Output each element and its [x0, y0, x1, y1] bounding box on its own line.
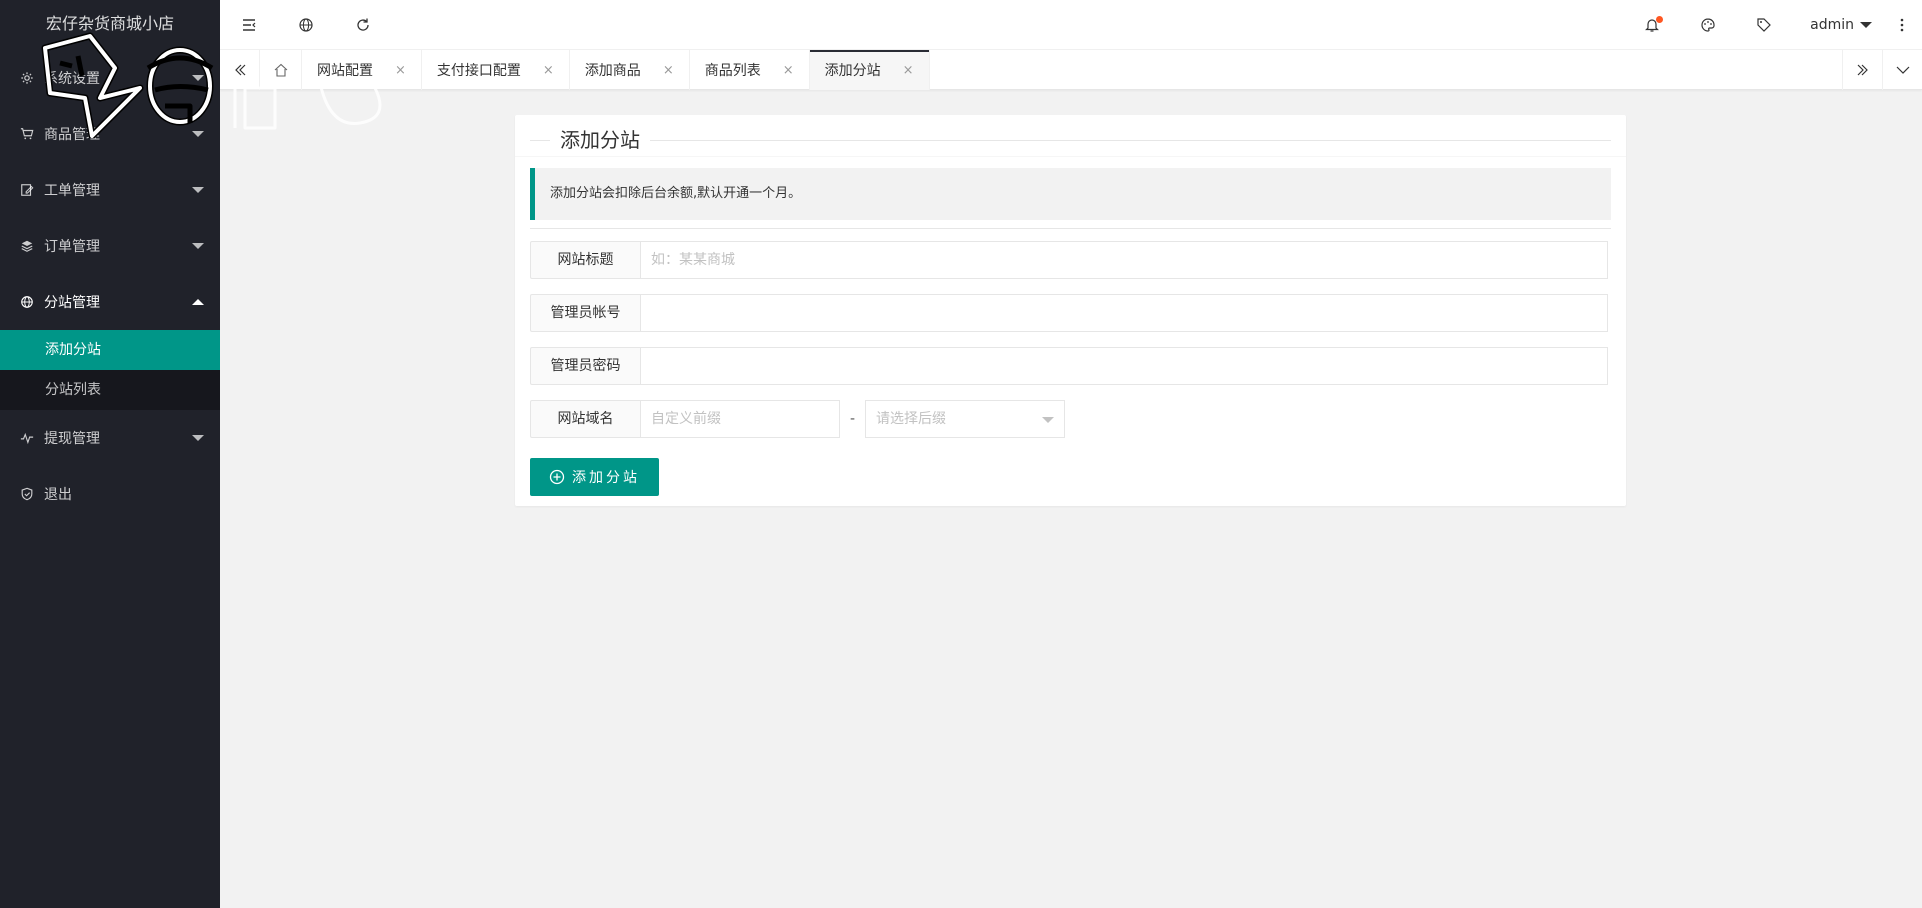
notification-button[interactable] [1624, 0, 1680, 50]
more-button[interactable] [1882, 0, 1922, 50]
add-substation-card: 添加分站 添加分站会扣除后台余额,默认开通一个月。 网站标题 管理员帐号 管理员… [515, 115, 1626, 506]
tag-button[interactable] [1736, 0, 1792, 50]
tab-add-product[interactable]: 添加商品 × [570, 50, 690, 90]
refresh-icon [356, 18, 369, 31]
divider [530, 228, 1611, 229]
user-menu[interactable]: admin [1792, 0, 1882, 50]
palette-icon [1701, 18, 1715, 32]
app-logo-title[interactable]: 宏仔杂货商城小店 [0, 0, 220, 50]
edit-icon [20, 183, 34, 197]
caret-down-icon [1860, 22, 1872, 28]
sidebar-item-tickets[interactable]: 工单管理 [0, 162, 220, 218]
admin-account-label: 管理员帐号 [530, 294, 640, 332]
tab-close-icon[interactable]: × [395, 63, 406, 78]
chevron-down-icon [192, 187, 204, 193]
sidebar-item-logout[interactable]: 退出 [0, 466, 220, 522]
page-tabs: 网站配置 × 支付接口配置 × 添加商品 × 商品列表 × 添加分站 × [220, 50, 1922, 90]
form-row-admin-password: 管理员密码 [530, 347, 1608, 385]
chevron-down-icon [1042, 417, 1054, 423]
tabs-menu-button[interactable] [1882, 50, 1922, 90]
admin-account-input[interactable] [640, 294, 1608, 332]
top-header: admin [220, 0, 1922, 50]
sidebar: 宏仔杂货商城小店 系统设置 商品管理 工单管理 订单管理 分站管理 添加分站 分… [0, 0, 220, 908]
chevron-up-icon [192, 299, 204, 305]
sidebar-item-label: 订单管理 [44, 239, 100, 255]
domain-separator: - [849, 411, 856, 427]
username: admin [1810, 17, 1854, 33]
select-placeholder: 请选择后缀 [876, 411, 946, 427]
notification-dot [1656, 16, 1664, 23]
sidebar-item-system-settings[interactable]: 系统设置 [0, 50, 220, 106]
sidebar-item-label: 提现管理 [44, 431, 100, 447]
form-row-domain: 网站域名 - 请选择后缀 [530, 400, 1065, 438]
plus-circle-icon [549, 469, 565, 485]
sidebar-item-substations[interactable]: 分站管理 [0, 274, 220, 330]
domain-prefix-input[interactable] [640, 400, 840, 438]
double-chevron-right-icon [1857, 64, 1868, 76]
tab-add-substation[interactable]: 添加分站 × [809, 50, 930, 90]
form-legend: 添加分站 [550, 125, 650, 155]
tag-icon [1757, 18, 1771, 32]
tab-payment-config[interactable]: 支付接口配置 × [422, 50, 570, 90]
chevron-down-icon [192, 131, 204, 137]
layers-icon [20, 239, 34, 253]
tab-label: 添加商品 [584, 63, 641, 79]
tab-site-config[interactable]: 网站配置 × [302, 50, 422, 90]
chevron-down-icon [192, 435, 204, 441]
website-home-button[interactable] [277, 0, 334, 50]
double-chevron-left-icon [234, 64, 245, 76]
chevron-down-icon [192, 243, 204, 249]
pulse-icon [20, 431, 34, 445]
cart-icon [20, 127, 34, 141]
sidebar-item-withdrawals[interactable]: 提现管理 [0, 410, 220, 466]
form-row-site-title: 网站标题 [530, 241, 1608, 279]
tab-product-list[interactable]: 商品列表 × [690, 50, 810, 90]
sidebar-item-label: 系统设置 [44, 71, 100, 87]
sidebar-item-products[interactable]: 商品管理 [0, 106, 220, 162]
sidebar-subitem-add-substation[interactable]: 添加分站 [0, 330, 220, 370]
add-substation-button[interactable]: 添加分站 [530, 458, 659, 496]
sidebar-item-orders[interactable]: 订单管理 [0, 218, 220, 274]
sidebar-item-label: 分站管理 [44, 295, 100, 311]
chevron-down-icon [1896, 66, 1909, 74]
tab-home[interactable] [260, 50, 302, 90]
substation-submenu: 添加分站 分站列表 [0, 330, 220, 410]
menu-fold-icon [242, 19, 255, 31]
form-legend-row: 添加分站 [530, 125, 1611, 155]
tab-label: 添加分站 [824, 63, 881, 79]
admin-password-label: 管理员密码 [530, 347, 640, 385]
sidebar-toggle-button[interactable] [220, 0, 277, 50]
form-row-admin-account: 管理员帐号 [530, 294, 1608, 332]
tab-close-icon[interactable]: × [783, 63, 794, 78]
tab-label: 支付接口配置 [436, 63, 521, 79]
domain-suffix-select[interactable]: 请选择后缀 [865, 400, 1065, 438]
tab-close-icon[interactable]: × [903, 63, 914, 78]
sidebar-item-label: 商品管理 [44, 127, 100, 143]
tab-close-icon[interactable]: × [543, 63, 554, 78]
home-icon [274, 63, 287, 77]
tab-close-icon[interactable]: × [663, 63, 674, 78]
shield-icon [20, 487, 34, 501]
sidebar-item-label: 工单管理 [44, 183, 100, 199]
refresh-button[interactable] [334, 0, 391, 50]
tabs-scroll-left-button[interactable] [220, 50, 260, 90]
site-title-input[interactable] [640, 241, 1608, 279]
tabs-scroll-right-button[interactable] [1842, 50, 1882, 90]
sidebar-item-label: 退出 [44, 487, 72, 503]
divider [515, 156, 1626, 157]
more-vertical-icon [1900, 18, 1904, 32]
theme-button[interactable] [1680, 0, 1736, 50]
site-title-label: 网站标题 [530, 241, 640, 279]
domain-label: 网站域名 [530, 400, 640, 438]
notice-quote: 添加分站会扣除后台余额,默认开通一个月。 [530, 168, 1611, 220]
globe-icon [298, 18, 313, 32]
chevron-down-icon [192, 75, 204, 81]
button-label: 添加分站 [572, 470, 640, 486]
tab-label: 网站配置 [317, 63, 373, 79]
admin-password-input[interactable] [640, 347, 1608, 385]
sidebar-subitem-substation-list[interactable]: 分站列表 [0, 370, 220, 410]
tab-label: 商品列表 [704, 63, 761, 79]
gear-icon [20, 71, 34, 85]
globe-icon [20, 295, 34, 309]
